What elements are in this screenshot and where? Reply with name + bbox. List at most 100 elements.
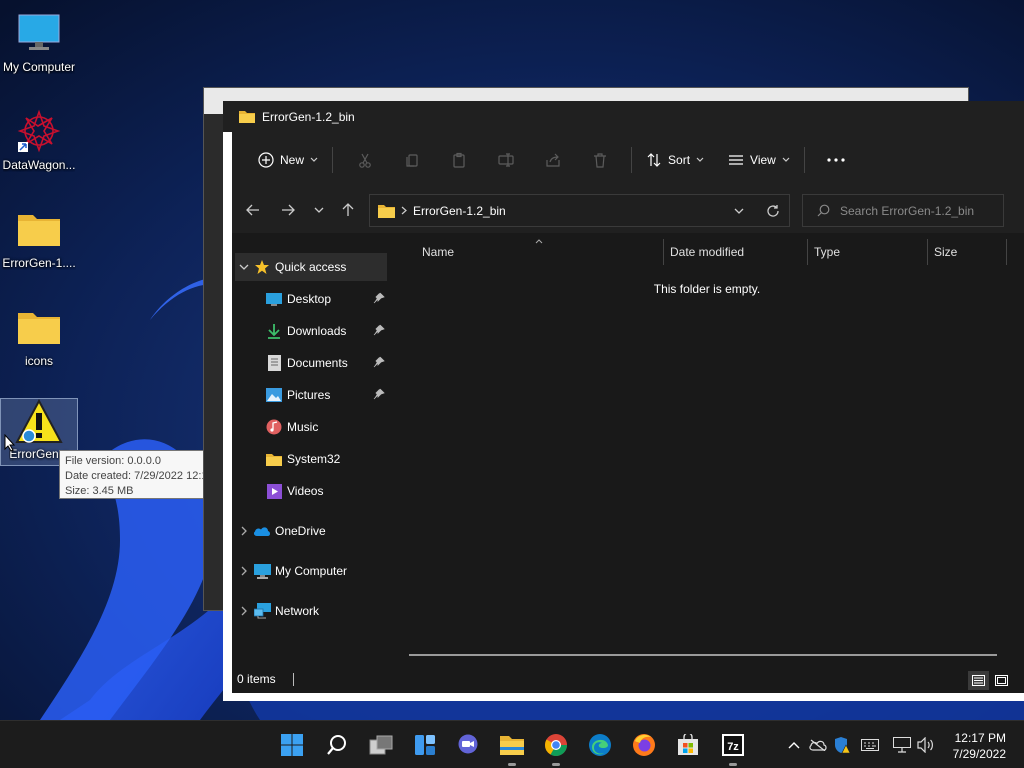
desktop-icon-my-computer[interactable]: My Computer — [0, 4, 78, 82]
desktop-icon-label: DataWagon... — [2, 158, 76, 172]
task-view-button[interactable] — [365, 729, 397, 761]
seven-zip-button[interactable]: 7z — [717, 729, 749, 766]
refresh-icon[interactable] — [766, 204, 780, 218]
arrow-left-icon — [246, 204, 259, 216]
up-button[interactable] — [335, 197, 361, 223]
column-divider[interactable] — [1006, 239, 1007, 265]
column-divider[interactable] — [807, 239, 808, 265]
pin-icon[interactable] — [373, 292, 385, 304]
microsoft-store-button[interactable] — [672, 729, 704, 761]
rename-button[interactable] — [482, 144, 529, 176]
new-button[interactable]: New — [252, 144, 324, 176]
file-explorer-window[interactable]: ErrorGen-1.2_bin New Sort View ErrorGen-… — [223, 101, 1024, 701]
horizontal-scrollbar[interactable] — [409, 654, 997, 656]
volume-tray-button[interactable] — [916, 736, 936, 754]
file-explorer-taskbar-button[interactable] — [496, 729, 528, 766]
desktop-icon-errorgen-folder[interactable]: ErrorGen-1.... — [0, 200, 78, 278]
show-hidden-icons-button[interactable] — [784, 736, 804, 754]
chevron-down-icon — [314, 207, 324, 213]
back-button[interactable] — [240, 197, 266, 223]
ethernet-icon — [893, 737, 911, 753]
chevron-right-icon[interactable] — [241, 526, 247, 536]
nav-documents[interactable]: Documents — [235, 349, 387, 377]
nav-downloads[interactable]: Downloads — [235, 317, 387, 345]
taskbar-search-button[interactable] — [321, 729, 353, 761]
running-indicator — [552, 763, 560, 766]
nav-videos[interactable]: Videos — [235, 477, 387, 505]
chevron-right-icon[interactable] — [241, 606, 247, 616]
column-header-type[interactable]: Type — [814, 245, 840, 259]
windows-logo-icon — [281, 734, 303, 756]
column-divider[interactable] — [927, 239, 928, 265]
firefox-button[interactable] — [628, 729, 660, 761]
widgets-button[interactable] — [409, 729, 441, 761]
nav-desktop[interactable]: Desktop — [235, 285, 387, 313]
star-icon — [255, 260, 269, 274]
pin-icon[interactable] — [373, 324, 385, 336]
file-list-pane[interactable]: Name Date modified Type Size This folder… — [390, 233, 1024, 663]
system-clock[interactable]: 12:17 PM 7/29/2022 — [953, 730, 1006, 762]
desktop-icon-label: ErrorGen-1.... — [2, 256, 76, 270]
large-icons-view-button[interactable] — [991, 671, 1012, 690]
forward-button[interactable] — [275, 197, 301, 223]
status-bar: 0 items — [232, 665, 1024, 693]
nav-label: Music — [287, 420, 319, 434]
nav-my-computer[interactable]: My Computer — [235, 557, 387, 585]
column-divider[interactable] — [663, 239, 664, 265]
clipboard-icon — [452, 152, 465, 168]
nav-onedrive[interactable]: OneDrive — [235, 517, 387, 545]
delete-button[interactable] — [576, 144, 623, 176]
pin-icon[interactable] — [373, 356, 385, 368]
chevron-right-icon[interactable] — [241, 566, 247, 576]
details-view-icon — [972, 675, 985, 686]
desktop-icon-label: icons — [24, 354, 53, 368]
network-tray-button[interactable] — [892, 736, 912, 754]
keyboard-tray-button[interactable] — [860, 736, 880, 754]
nav-label: Downloads — [287, 324, 347, 338]
empty-folder-message: This folder is empty. — [653, 282, 761, 296]
task-view-icon — [369, 735, 393, 755]
details-view-button[interactable] — [968, 671, 989, 690]
onedrive-tray-button[interactable] — [808, 736, 828, 754]
plus-circle-icon — [258, 151, 274, 168]
warning-icon — [15, 399, 63, 445]
column-header-size[interactable]: Size — [934, 245, 957, 259]
column-header-name[interactable]: Name — [422, 245, 454, 259]
desktop-icon-datawagon[interactable]: DataWagon... — [0, 102, 78, 180]
desktop-icon-icons-folder[interactable]: icons — [0, 298, 78, 376]
explorer-titlebar[interactable]: ErrorGen-1.2_bin — [223, 101, 1024, 132]
more-options-button[interactable] — [813, 144, 860, 176]
nav-music[interactable]: Music — [235, 413, 387, 441]
monitor-icon — [15, 10, 63, 56]
sort-button[interactable]: Sort — [640, 144, 710, 176]
share-button[interactable] — [529, 144, 576, 176]
security-tray-button[interactable] — [832, 736, 852, 754]
pin-icon[interactable] — [373, 388, 385, 400]
search-input[interactable] — [840, 203, 1000, 218]
nav-label: Quick access — [275, 260, 347, 274]
recent-locations-button[interactable] — [306, 197, 332, 223]
edge-icon — [589, 734, 611, 756]
more-dots-icon — [827, 157, 845, 162]
view-button[interactable]: View — [722, 144, 796, 176]
paste-button[interactable] — [435, 144, 482, 176]
copy-button[interactable] — [388, 144, 435, 176]
running-indicator — [729, 763, 737, 766]
nav-network[interactable]: Network — [235, 597, 387, 625]
address-bar[interactable]: ErrorGen-1.2_bin — [369, 194, 790, 227]
chevron-down-icon[interactable] — [734, 208, 744, 214]
nav-system32[interactable]: System32 — [235, 445, 387, 473]
cut-button[interactable] — [341, 144, 388, 176]
start-button[interactable] — [276, 729, 308, 761]
chrome-button[interactable] — [540, 729, 572, 766]
nav-pictures[interactable]: Pictures — [235, 381, 387, 409]
column-header-date-modified[interactable]: Date modified — [670, 245, 744, 259]
taskbar: 7z 12:17 PM 7/29/2022 — [0, 720, 1024, 768]
share-icon — [545, 153, 560, 167]
search-box[interactable] — [802, 194, 1004, 227]
chevron-down-icon[interactable] — [239, 264, 249, 270]
download-icon — [268, 324, 280, 339]
chat-button[interactable] — [452, 729, 484, 761]
edge-button[interactable] — [584, 729, 616, 761]
nav-quick-access[interactable]: Quick access — [235, 253, 387, 281]
